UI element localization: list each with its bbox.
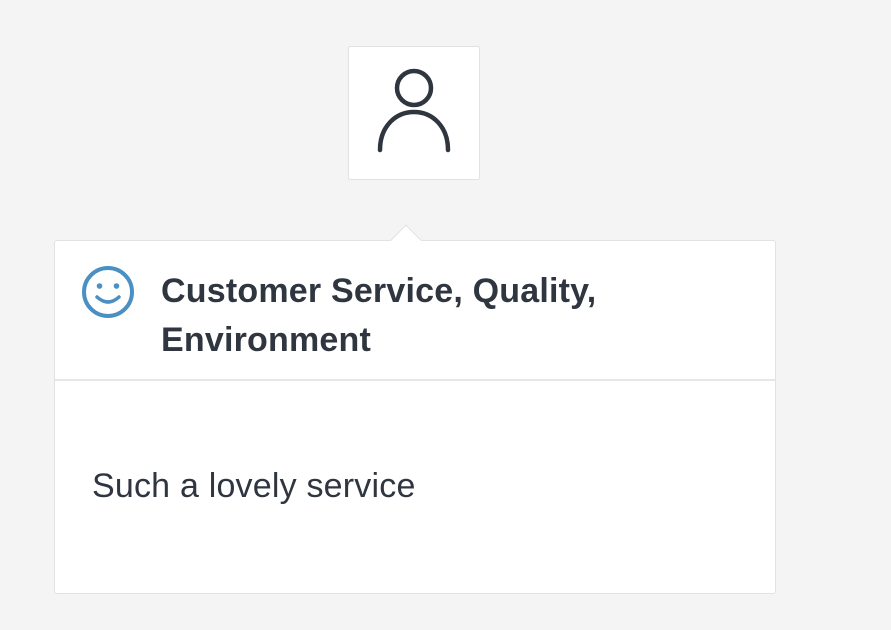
avatar xyxy=(348,46,480,180)
feedback-view: Customer Service, Quality, Environment S… xyxy=(0,0,891,630)
smiley-face-icon xyxy=(82,266,134,318)
feedback-categories-title: Customer Service, Quality, Environment xyxy=(161,272,597,359)
feedback-comment: Such a lovely service xyxy=(92,467,416,505)
feedback-card-header: Customer Service, Quality, Environment xyxy=(55,241,775,381)
feedback-card: Customer Service, Quality, Environment S… xyxy=(54,224,776,594)
feedback-card-body: Such a lovely service xyxy=(55,381,775,591)
user-icon xyxy=(377,68,451,153)
